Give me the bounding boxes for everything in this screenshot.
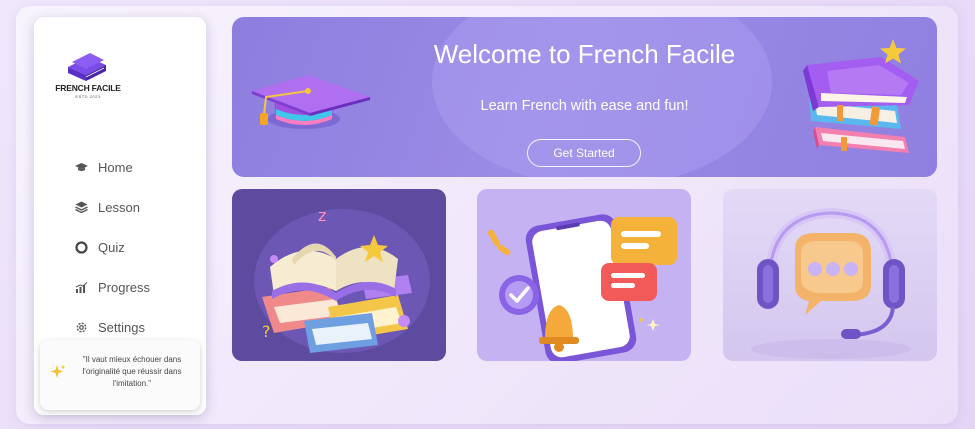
- logo-subtext: ESTD 2023: [75, 94, 101, 99]
- phone-notifications-illustration: [488, 214, 677, 361]
- quote-text: "Il vaut mieux échouer dans l'originalit…: [82, 355, 182, 388]
- hero-banner: Welcome to French Facile Learn French wi…: [232, 17, 937, 177]
- bar-chart-icon: [74, 280, 88, 294]
- headset-chat-illustration: [751, 207, 911, 359]
- sidebar-item-label: Home: [98, 159, 133, 175]
- sidebar: FRENCH FACILE ESTD 2023 Home Lesson Quiz…: [34, 17, 206, 415]
- feature-card-books[interactable]: z ?: [232, 189, 446, 361]
- svg-text:?: ?: [262, 322, 271, 341]
- get-started-button[interactable]: Get Started: [527, 139, 641, 167]
- sparkle-icon: [50, 364, 66, 380]
- book-stack-illustration: [797, 35, 927, 163]
- sidebar-item-label: Lesson: [98, 199, 140, 215]
- layers-icon: [74, 200, 88, 214]
- sidebar-item-progress[interactable]: Progress: [74, 267, 150, 307]
- sidebar-item-label: Progress: [98, 279, 151, 295]
- logo-text: FRENCH FACILE: [55, 83, 121, 93]
- quote-card: "Il vaut mieux échouer dans l'originalit…: [40, 340, 200, 410]
- sidebar-item-lesson[interactable]: Lesson: [74, 187, 150, 227]
- sidebar-nav: Home Lesson Quiz Progress Settings: [74, 147, 150, 347]
- svg-text:z: z: [318, 206, 326, 225]
- sidebar-item-quiz[interactable]: Quiz: [74, 227, 150, 267]
- logo-books-icon: [68, 53, 106, 81]
- gear-icon: [74, 320, 88, 334]
- sidebar-item-label: Quiz: [98, 239, 125, 255]
- circle-icon: [74, 240, 88, 254]
- sidebar-item-home[interactable]: Home: [74, 147, 150, 187]
- graduation-cap-icon: [74, 160, 88, 174]
- feature-card-support[interactable]: [723, 189, 937, 361]
- open-book-stack-illustration: z ?: [254, 206, 430, 353]
- sidebar-item-label: Settings: [98, 319, 145, 335]
- feature-card-notifications[interactable]: [477, 189, 691, 361]
